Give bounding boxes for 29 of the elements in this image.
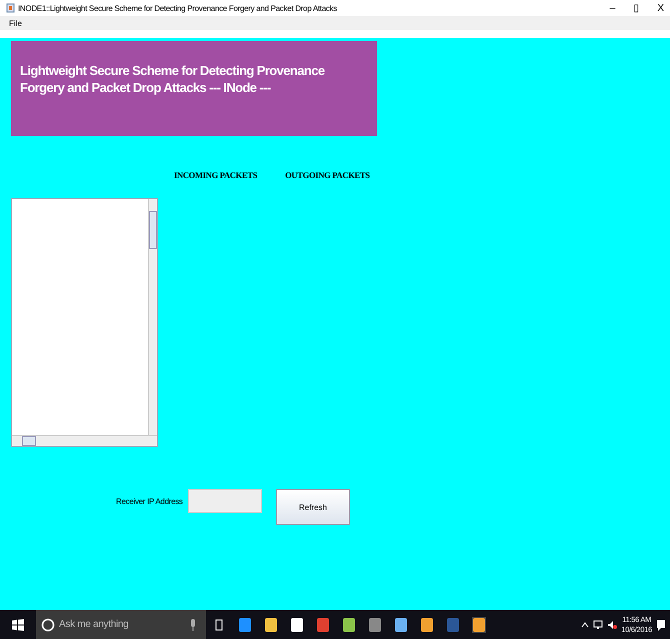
app-icon[interactable]: [394, 616, 408, 632]
window-control[interactable]: X: [653, 2, 668, 14]
notification-icon[interactable]: [656, 618, 666, 630]
menu-item[interactable]: File: [9, 18, 22, 28]
task-view-icon[interactable]: [214, 618, 224, 630]
window-control[interactable]: –: [606, 2, 620, 14]
refresh-button[interactable]: Refresh: [276, 489, 350, 525]
field-label: Receiver IP Address: [116, 497, 184, 506]
caret-icon[interactable]: [581, 622, 590, 628]
window-title: INODE1::Lightweight Secure Scheme for Detecting Provenance Forgery and Packet Drop Attacks: [18, 4, 338, 12]
window-control[interactable]: ▯: [629, 2, 644, 14]
banner-title: Lightweight Secure Scheme for Detecting Provenance Forgery and Packet Drop Attacks --- INode ---: [20, 62, 326, 96]
app-icon[interactable]: [264, 616, 278, 632]
app-icon[interactable]: [420, 616, 434, 632]
app-icon[interactable]: [472, 616, 486, 632]
section-heading: OUTGOING PACKETS: [285, 170, 370, 182]
speaker-icon[interactable]: [607, 620, 618, 630]
horizontal-scrollbar[interactable]: [12, 435, 157, 446]
app-icon[interactable]: [342, 616, 356, 632]
vertical-scrollbar[interactable]: [148, 199, 157, 436]
search-box[interactable]: Ask me anything: [36, 610, 206, 639]
app-icon[interactable]: [290, 616, 304, 632]
circle-icon: [41, 618, 55, 632]
app-icon[interactable]: [238, 616, 252, 632]
section-heading: INCOMING PACKETS: [174, 170, 258, 182]
ip-address-field[interactable]: [188, 489, 262, 513]
windows-logo-icon[interactable]: [12, 618, 24, 630]
network-icon[interactable]: [593, 620, 604, 630]
microphone-icon[interactable]: [190, 618, 196, 630]
